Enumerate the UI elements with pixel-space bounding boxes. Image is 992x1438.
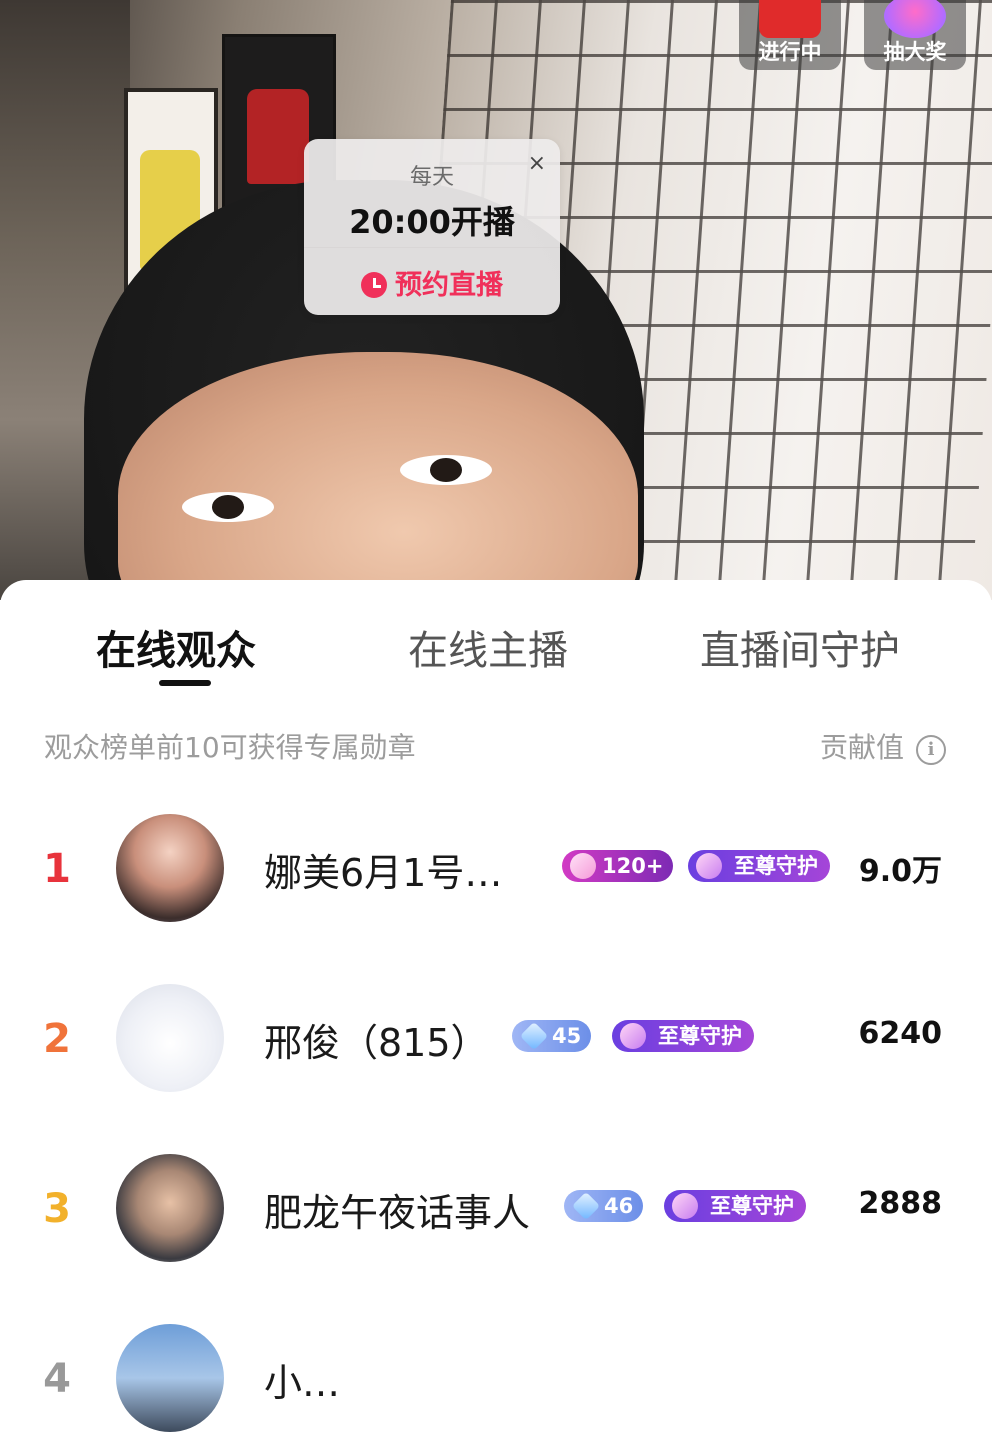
tab-online-hosts[interactable]: 在线主播 [408,618,568,676]
contribution-header[interactable]: 贡献值 i [820,726,946,766]
crown-icon [570,853,596,879]
alarm-clock-icon [361,272,387,298]
level-badge: 46 [564,1190,644,1222]
info-icon[interactable]: i [916,735,946,765]
level-badge: 120+ [562,850,674,882]
user-name: 肥龙午夜话事人 [264,1191,531,1235]
level-value: 46 [604,1194,634,1218]
schedule-frequency: 每天 [409,165,454,190]
tab-online-audience[interactable]: 在线观众 [96,618,256,676]
guardian-badge: 至尊守护 [688,850,830,882]
table-row[interactable]: 2 邢俊（815） 45 至尊守护 6240 [0,978,992,1098]
guardian-icon [696,853,722,879]
diamond-icon [519,1021,549,1051]
ongoing-event-button[interactable]: 进行中 [739,0,841,70]
level-value: 120+ [602,854,664,878]
user-name: 娜美6月1号… [264,851,503,895]
schedule-card: 每天 × 20:00开播 预约直播 [304,139,560,315]
guardian-icon [672,1193,698,1219]
guardian-label: 至尊守护 [658,1024,742,1048]
lottery-label: 抽大奖 [883,40,947,64]
user-name: 邢俊（815） [264,1021,489,1065]
rank-number: 2 [43,1016,71,1062]
diamond-icon [571,1191,601,1221]
book-live-button[interactable]: 预约直播 [304,263,560,302]
avatar[interactable] [116,1324,224,1432]
active-tab-indicator [159,680,211,686]
user-name: 小… [264,1361,341,1405]
schedule-divider [304,247,560,248]
contribution-label: 贡献值 [819,731,904,764]
leaderboard-hint: 观众榜单前10可获得专属勋章 [44,731,416,764]
streamer-eye-left [182,492,274,522]
contribution-score: 6240 [858,1016,943,1051]
guardian-label: 至尊守护 [710,1194,794,1218]
table-row[interactable]: 4 小… [0,1318,992,1438]
guardian-icon [620,1023,646,1049]
heart-orb-icon [884,0,946,38]
rank-number: 1 [43,846,71,892]
live-video[interactable]: 进行中 抽大奖 每天 × 20:00开播 预约直播 [0,0,992,600]
contribution-score: 2888 [858,1186,943,1221]
avatar[interactable] [116,814,224,922]
guardian-badge: 至尊守护 [664,1190,806,1222]
table-row[interactable]: 3 肥龙午夜话事人 46 至尊守护 2888 [0,1148,992,1268]
guardian-badge: 至尊守护 [612,1020,754,1052]
level-badge: 45 [512,1020,592,1052]
contribution-score: 9.0万 [858,854,942,889]
level-value: 45 [552,1024,582,1048]
schedule-time: 20:00开播 [349,203,515,241]
table-row[interactable]: 1 娜美6月1号… 120+ 至尊守护 9.0万 [0,808,992,928]
close-icon[interactable]: × [528,153,546,175]
streamer-eye-right [400,455,492,485]
lottery-button[interactable]: 抽大奖 [864,0,966,70]
ongoing-label: 进行中 [758,40,822,64]
tab-room-guardians[interactable]: 直播间守护 [700,618,900,676]
guardian-label: 至尊守护 [734,854,818,878]
avatar[interactable] [116,984,224,1092]
book-live-label: 预约直播 [395,270,503,301]
avatar[interactable] [116,1154,224,1262]
rank-number: 3 [43,1186,71,1232]
red-envelope-icon [759,0,821,38]
